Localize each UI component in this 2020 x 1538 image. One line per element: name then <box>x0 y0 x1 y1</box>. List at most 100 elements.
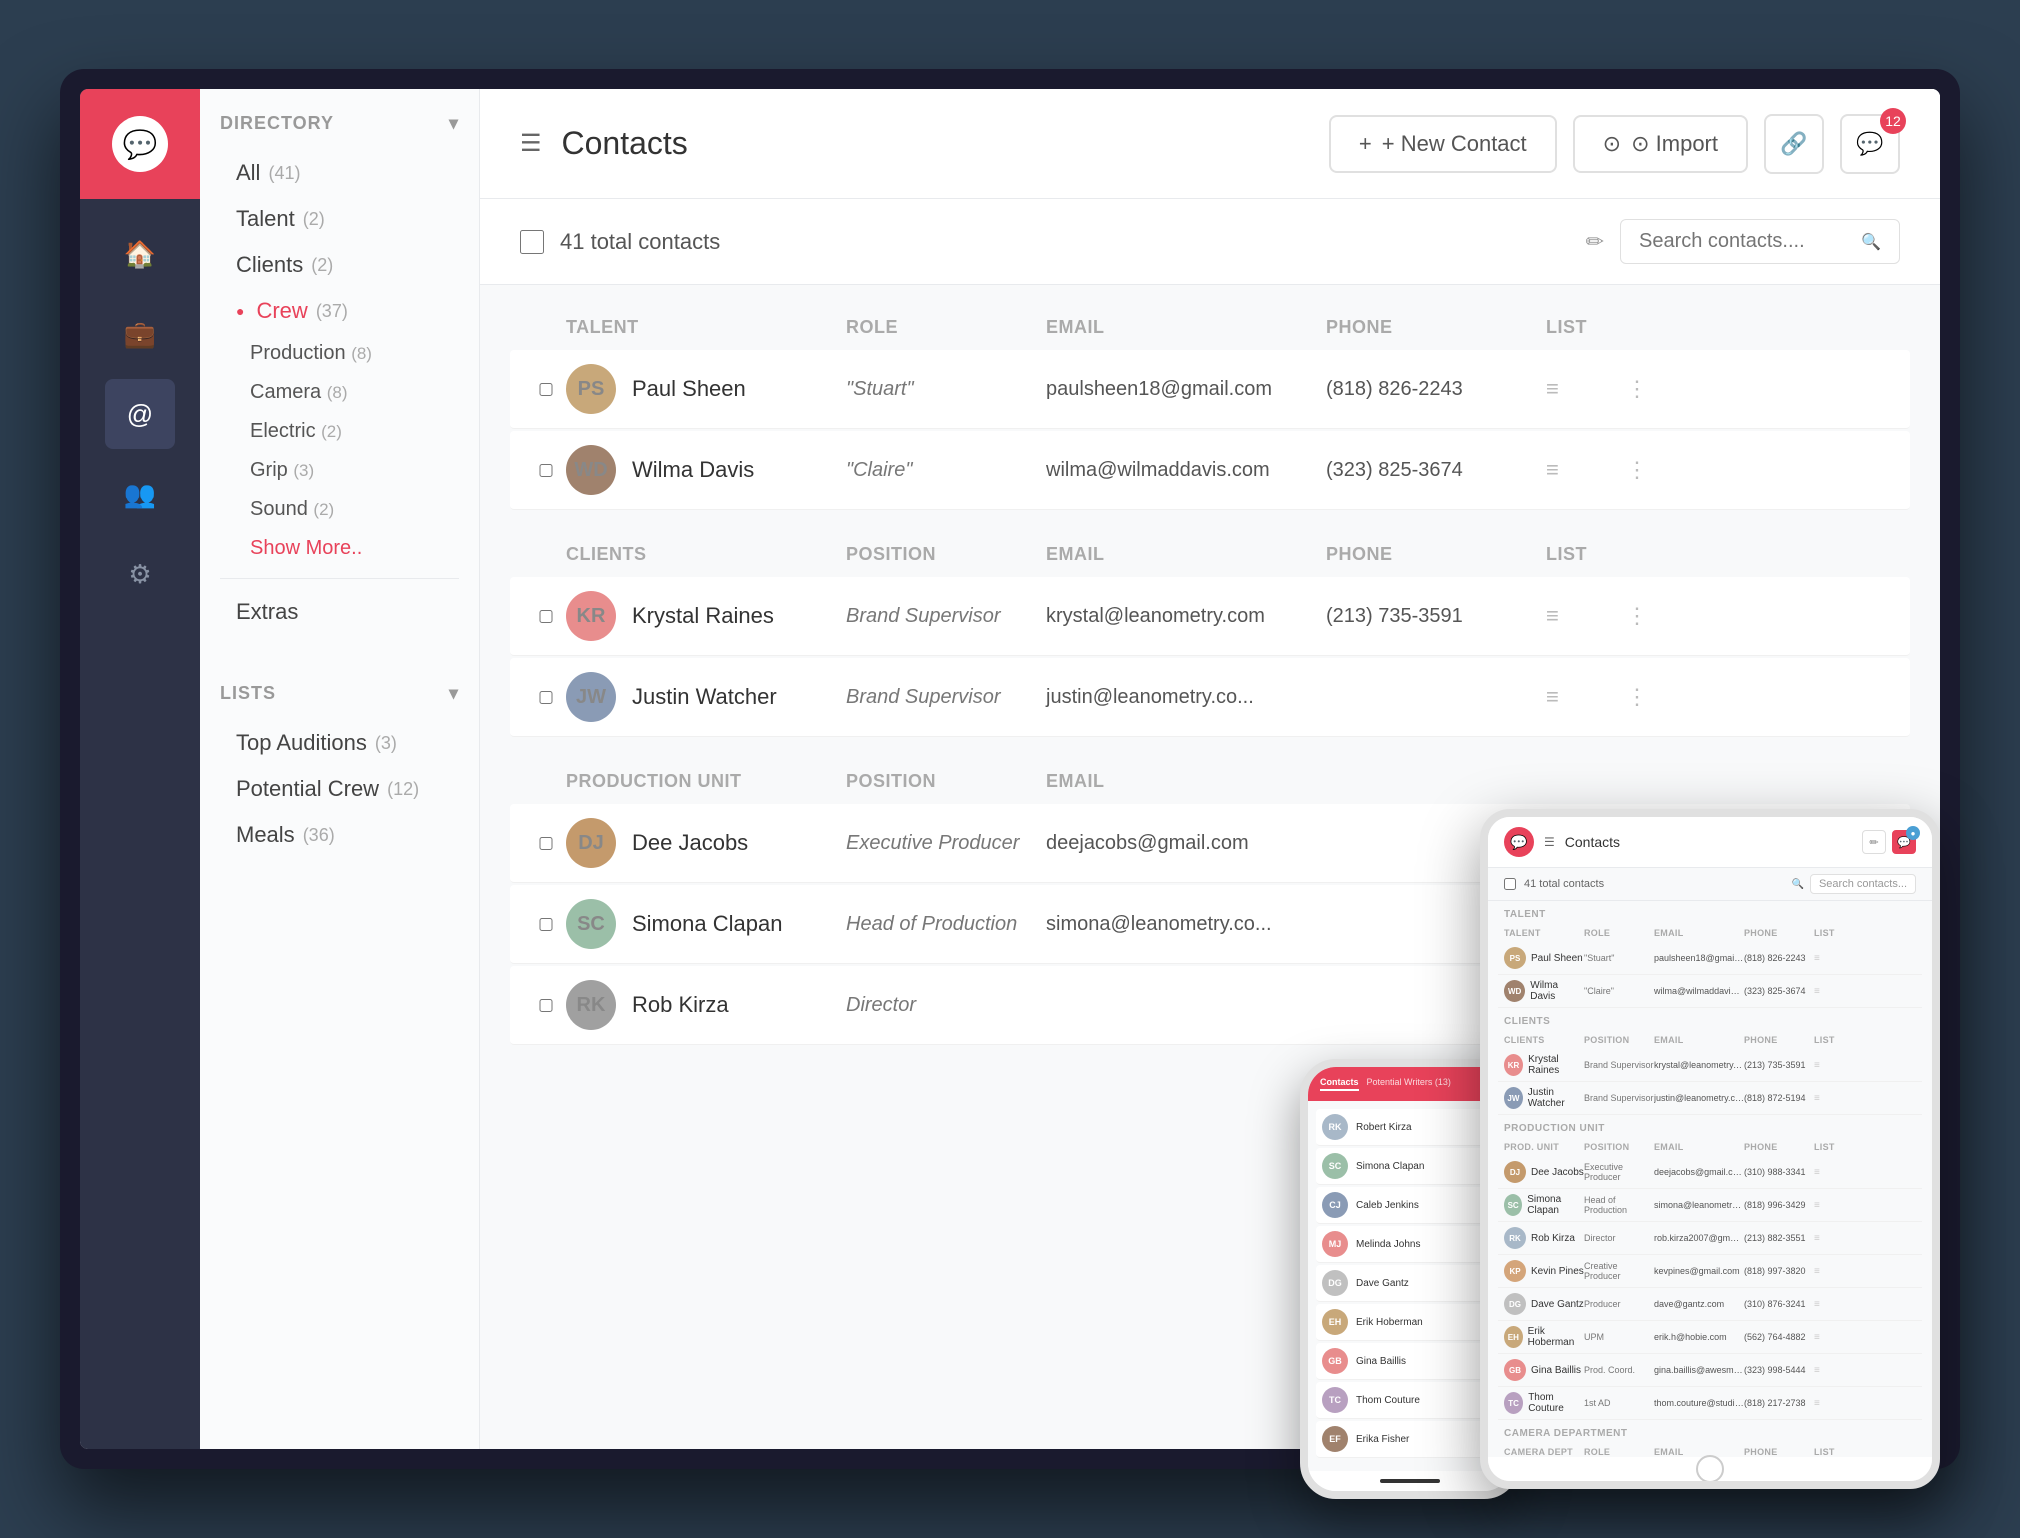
sidebar-item-crew[interactable]: Crew (37) <box>220 288 459 334</box>
sidebar-item-clients[interactable]: Clients (2) <box>220 242 459 288</box>
edit-icon[interactable]: ✏ <box>1586 229 1604 255</box>
chevron-down-icon-lists[interactable]: ▾ <box>449 683 459 704</box>
sidebar-sub-grip[interactable]: Grip (3) <box>220 451 459 490</box>
list-icon[interactable]: ≡ <box>1546 603 1626 629</box>
messages-badge: 12 <box>1880 108 1906 134</box>
row-checkbox[interactable] <box>526 918 566 931</box>
tablet-avatar: DG <box>1504 1293 1526 1315</box>
tablet-hamburger[interactable]: ☰ <box>1544 835 1555 849</box>
list-icon[interactable]: ≡ <box>1546 684 1626 710</box>
tablet-row[interactable]: EH Erik Hoberman UPM erik.h@hobie.com (5… <box>1498 1321 1922 1354</box>
row-checkbox[interactable] <box>526 610 566 623</box>
list-item[interactable]: SC Simona Clapan <box>1316 1148 1504 1185</box>
new-contact-button[interactable]: + + New Contact <box>1329 115 1557 173</box>
sidebar-sub-camera[interactable]: Camera (8) <box>220 373 459 412</box>
import-button[interactable]: ⊙ ⊙ Import <box>1573 115 1748 173</box>
row-checkbox[interactable] <box>526 837 566 850</box>
tablet-row[interactable]: DG Dave Gantz Producer dave@gantz.com (3… <box>1498 1288 1922 1321</box>
tablet-row[interactable]: WD Wilma Davis "Claire" wilma@wilmaddavi… <box>1498 975 1922 1008</box>
tablet-home-button[interactable] <box>1696 1455 1724 1481</box>
list-icon[interactable]: ≡ <box>1546 457 1626 483</box>
tablet-avatar: WD <box>1504 980 1525 1002</box>
contact-name-cell: KR Krystal Raines <box>566 591 846 641</box>
table-row[interactable]: KR Krystal Raines Brand Supervisor kryst… <box>510 577 1910 656</box>
sidebar-item-meals[interactable]: Meals (36) <box>220 812 459 858</box>
tablet-inner: 💬 ☰ Contacts ✏ 💬 ● 41 total contacts <box>1488 817 1932 1481</box>
phone-avatar: DG <box>1322 1270 1348 1296</box>
sidebar-sub-electric[interactable]: Electric (2) <box>220 412 459 451</box>
sidebar-sub-sound[interactable]: Sound (2) <box>220 490 459 529</box>
sidebar-item-talent[interactable]: Talent (2) <box>220 196 459 242</box>
phone-thom-couture-row[interactable]: TC Thom Couture <box>1316 1382 1504 1419</box>
tablet-avatar: GB <box>1504 1359 1526 1381</box>
more-icon[interactable]: ⋮ <box>1626 457 1666 483</box>
row-checkbox[interactable] <box>526 691 566 704</box>
table-row[interactable]: PS Paul Sheen "Stuart" paulsheen18@gmail… <box>510 350 1910 429</box>
nav-team[interactable]: 👥 <box>105 459 175 529</box>
list-item[interactable]: DG Dave Gantz <box>1316 1265 1504 1302</box>
hamburger-icon[interactable]: ☰ <box>520 129 542 158</box>
contact-name-cell: WD Wilma Davis <box>566 445 846 495</box>
row-checkbox[interactable] <box>526 464 566 477</box>
tablet-avatar: PS <box>1504 947 1526 969</box>
tablet-row[interactable]: GB Gina Baillis Prod. Coord. gina.bailli… <box>1498 1354 1922 1387</box>
list-item[interactable]: EF Erika Fisher <box>1316 1421 1504 1458</box>
tablet-row[interactable]: PS Paul Sheen "Stuart" paulsheen18@gmail… <box>1498 942 1922 975</box>
header-actions: + + New Contact ⊙ ⊙ Import 🔗 💬 12 <box>1329 114 1900 174</box>
select-all-checkbox[interactable] <box>520 230 544 254</box>
directory-section: DIRECTORY ▾ All (41) Talent (2) Clients … <box>200 89 479 659</box>
list-item[interactable]: CJ Caleb Jenkins <box>1316 1187 1504 1224</box>
directory-title: DIRECTORY ▾ <box>220 113 459 134</box>
sidebar-item-top-auditions[interactable]: Top Auditions (3) <box>220 720 459 766</box>
tablet-row[interactable]: SC Simona Clapan Head of Production simo… <box>1498 1189 1922 1222</box>
tablet-messages-btn[interactable]: 💬 ● <box>1892 830 1916 854</box>
nav-contacts[interactable]: @ <box>105 379 175 449</box>
tablet-edit-btn[interactable]: ✏ <box>1862 830 1886 854</box>
tablet-list-icon[interactable]: ≡ <box>1814 1093 1854 1104</box>
list-item[interactable]: RK Robert Kirza <box>1316 1109 1504 1146</box>
tablet-list-icon[interactable]: ≡ <box>1814 986 1854 997</box>
table-row[interactable]: JW Justin Watcher Brand Supervisor justi… <box>510 658 1910 737</box>
tablet-list-icon[interactable]: ≡ <box>1814 953 1854 964</box>
sidebar-item-all[interactable]: All (41) <box>220 150 459 196</box>
table-row[interactable]: WD Wilma Davis "Claire" wilma@wilmaddavi… <box>510 431 1910 510</box>
contact-name-cell: DJ Dee Jacobs <box>566 818 846 868</box>
sidebar-sub-showmore[interactable]: Show More.. <box>220 529 459 568</box>
phone-home-bar[interactable] <box>1380 1479 1440 1483</box>
nav-briefcase[interactable]: 💼 <box>105 299 175 369</box>
more-icon[interactable]: ⋮ <box>1626 684 1666 710</box>
tablet-list-icon[interactable]: ≡ <box>1814 1060 1854 1071</box>
tablet-subheader: 41 total contacts 🔍 Search contacts... <box>1488 868 1932 901</box>
phone-tab-writers[interactable]: Potential Writers (13) <box>1367 1077 1451 1091</box>
phone-avatar: RK <box>1322 1114 1348 1140</box>
tablet-row[interactable]: KP Kevin Pines Creative Producer kevpine… <box>1498 1255 1922 1288</box>
tablet-thom-couture-row[interactable]: TC Thom Couture 1st AD thom.couture@stud… <box>1498 1387 1922 1420</box>
top-header: ☰ Contacts + + New Contact ⊙ ⊙ Import 🔗 <box>480 89 1940 199</box>
search-input[interactable] <box>1639 230 1851 253</box>
list-icon[interactable]: ≡ <box>1546 376 1626 402</box>
tablet-row[interactable]: DJ Dee Jacobs Executive Producer deejaco… <box>1498 1156 1922 1189</box>
tablet-logo: 💬 <box>1504 827 1534 857</box>
sidebar-sub-production[interactable]: Production (8) <box>220 334 459 373</box>
sidebar-item-extras[interactable]: Extras <box>220 589 459 635</box>
nav-home[interactable]: 🏠 <box>105 219 175 289</box>
more-icon[interactable]: ⋮ <box>1626 603 1666 629</box>
row-checkbox[interactable] <box>526 999 566 1012</box>
tablet-select-all[interactable] <box>1504 878 1516 890</box>
row-checkbox[interactable] <box>526 383 566 396</box>
tablet-row[interactable]: RK Rob Kirza Director rob.kirza2007@gmai… <box>1498 1222 1922 1255</box>
list-item[interactable]: MJ Melinda Johns <box>1316 1226 1504 1263</box>
tablet-row[interactable]: JW Justin Watcher Brand Supervisor justi… <box>1498 1082 1922 1115</box>
list-item[interactable]: EH Erik Hoberman <box>1316 1304 1504 1341</box>
messages-button[interactable]: 💬 12 <box>1840 114 1900 174</box>
link-button[interactable]: 🔗 <box>1764 114 1824 174</box>
sidebar-item-potential-crew[interactable]: Potential Crew (12) <box>220 766 459 812</box>
tablet-row[interactable]: KR Krystal Raines Brand Supervisor kryst… <box>1498 1049 1922 1082</box>
phone-tab-contacts[interactable]: Contacts <box>1320 1077 1359 1091</box>
tablet-production-label: PRODUCTION UNIT <box>1498 1115 1922 1138</box>
list-item[interactable]: GB Gina Baillis <box>1316 1343 1504 1380</box>
app-logo[interactable]: 💬 <box>112 116 168 172</box>
chevron-down-icon[interactable]: ▾ <box>449 113 459 134</box>
more-icon[interactable]: ⋮ <box>1626 376 1666 402</box>
nav-settings[interactable]: ⚙ <box>105 539 175 609</box>
